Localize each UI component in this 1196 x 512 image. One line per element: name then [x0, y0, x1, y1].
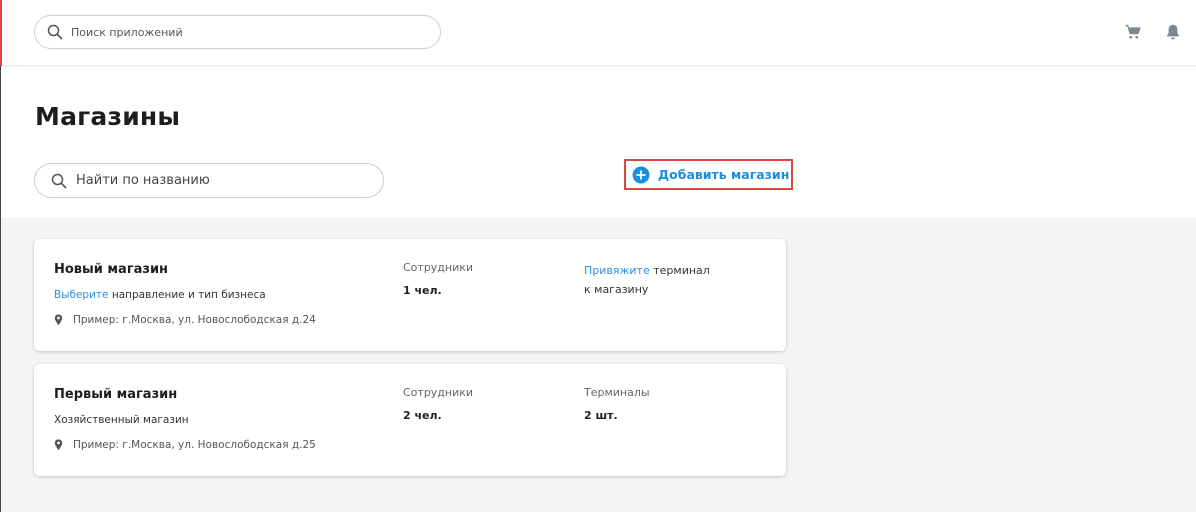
bell-icon[interactable] — [1165, 23, 1181, 41]
page-title: Магазины — [35, 102, 181, 131]
terminal-note-text-1: терминал — [649, 264, 710, 277]
app-search-input[interactable] — [71, 25, 411, 39]
terminal-note-text-2: к магазину — [584, 283, 649, 296]
store-address-text: Пример: г.Москва, ул. Новослободская д.2… — [73, 314, 316, 326]
store-card[interactable]: Первый магазин Хозяйственный магазин При… — [34, 364, 786, 476]
window-accent-edge — [0, 0, 2, 66]
add-store-button[interactable]: Добавить магазин — [624, 159, 793, 190]
employees-label: Сотрудники — [403, 261, 474, 274]
store-name: Первый магазин — [54, 387, 178, 402]
store-subtitle: Хозяйственный магазин — [54, 414, 189, 426]
search-icon — [51, 173, 67, 188]
store-address: Пример: г.Москва, ул. Новослободская д.2… — [54, 439, 316, 451]
store-address-text: Пример: г.Москва, ул. Новослободская д.2… — [73, 439, 316, 451]
employees-label: Сотрудники — [403, 386, 474, 399]
app-search-box[interactable] — [34, 15, 441, 49]
top-bar — [0, 0, 1196, 66]
plus-circle-icon — [632, 166, 650, 183]
location-pin-icon — [54, 439, 63, 451]
link-terminal-link[interactable]: Привяжите — [584, 264, 650, 277]
store-subtitle: Выберите направление и тип бизнеса — [54, 289, 266, 301]
search-icon — [47, 24, 63, 40]
terminal-note: Привяжите терминал к магазину — [584, 261, 710, 299]
store-subtitle-text: направление и тип бизнеса — [108, 289, 266, 301]
employees-value: 2 чел. — [403, 409, 442, 422]
terminals-value: 2 шт. — [584, 409, 618, 422]
location-pin-icon — [54, 314, 63, 326]
store-search-input[interactable] — [76, 173, 366, 188]
store-card[interactable]: Новый магазин Выберите направление и тип… — [34, 239, 786, 351]
choose-business-link[interactable]: Выберите — [54, 289, 109, 301]
cart-icon[interactable] — [1124, 23, 1142, 41]
employees-value: 1 чел. — [403, 284, 442, 297]
store-search-box[interactable] — [34, 163, 384, 198]
terminals-label: Терминалы — [584, 386, 650, 399]
store-address: Пример: г.Москва, ул. Новослободская д.2… — [54, 314, 316, 326]
add-store-label: Добавить магазин — [658, 167, 790, 182]
store-name: Новый магазин — [54, 262, 169, 277]
